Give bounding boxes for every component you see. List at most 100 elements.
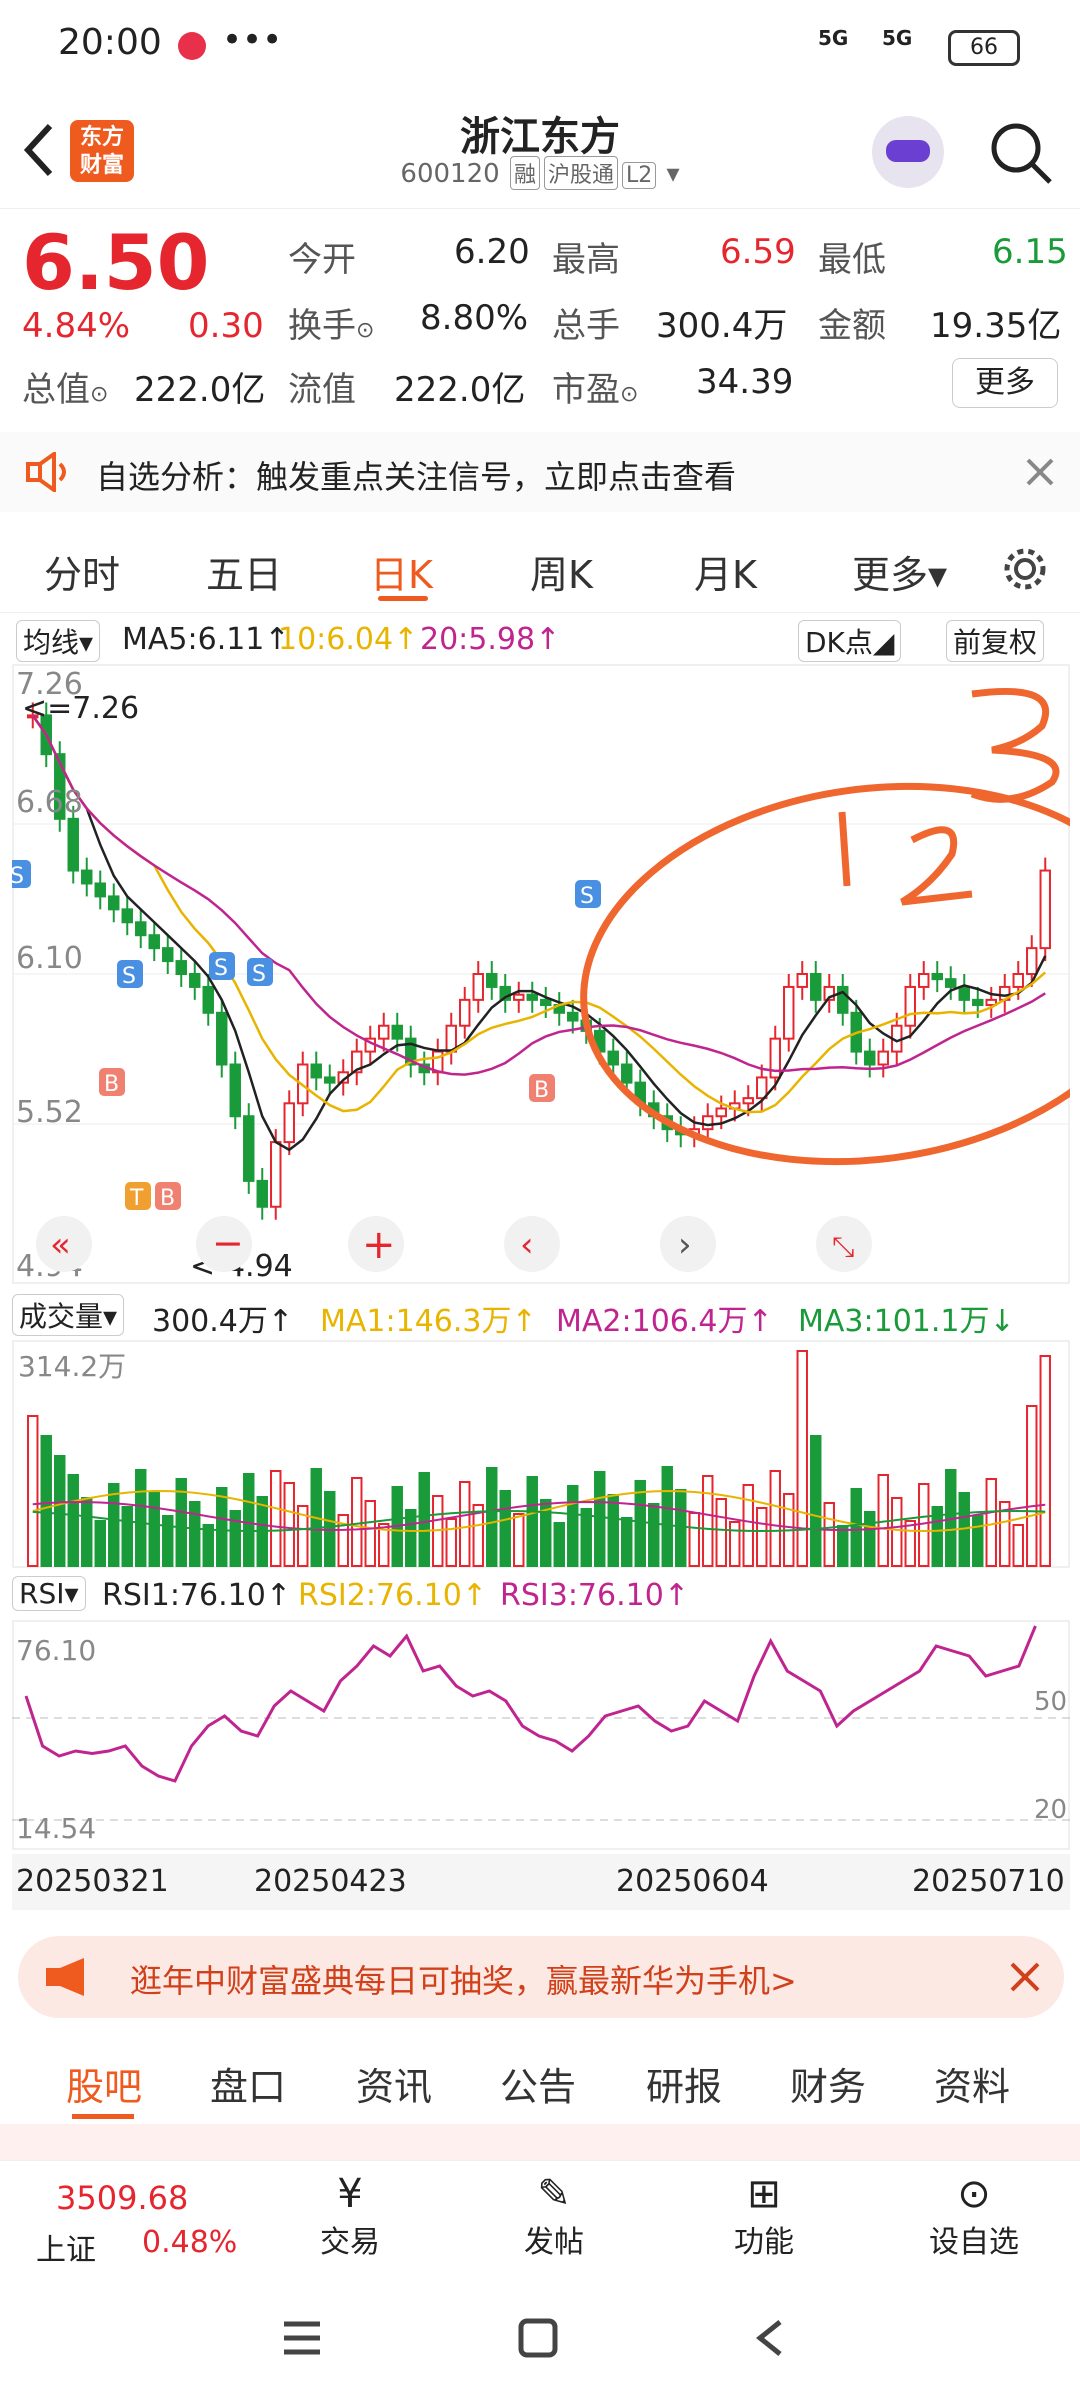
volume-bar: [67, 1474, 79, 1567]
candle-body: [526, 993, 538, 1001]
volume-bar: [499, 1490, 511, 1567]
analysis-banner[interactable]: 自选分析：触发重点关注信号，立即点击查看: [0, 432, 1080, 512]
rsi1-value: RSI1:76.10↑: [102, 1578, 291, 1613]
home-icon[interactable]: [518, 2318, 558, 2358]
menu-icon[interactable]: [282, 2320, 322, 2356]
sell-marker-text: S: [252, 962, 266, 987]
tab-monthly-k[interactable]: 月K: [694, 544, 757, 599]
rsi-selector[interactable]: RSI▾: [12, 1576, 86, 1611]
candle-body: [283, 1102, 295, 1144]
add-watchlist-button[interactable]: ⊙ 设自选: [918, 2171, 1030, 2275]
post-button[interactable]: ✎ 发帖: [504, 2171, 604, 2275]
volume-chart[interactable]: 314.2万: [12, 1340, 1070, 1568]
tab-finance[interactable]: 财务: [790, 2056, 866, 2111]
more-status-icon: •••: [222, 20, 283, 60]
volume-bar: [1012, 1524, 1024, 1567]
volume-bar: [418, 1472, 430, 1567]
volume-selector[interactable]: 成交量▾: [12, 1294, 125, 1336]
volume-bar: [27, 1415, 39, 1567]
status-bar: 20:00 ••• 5G 5G 66: [0, 0, 1080, 90]
tab-profile[interactable]: 资料: [934, 2056, 1010, 2111]
float-cap-label: 流值: [288, 370, 356, 410]
candle-body: [918, 973, 930, 988]
svg-text:«: «: [50, 1225, 71, 1265]
chevron-down-icon[interactable]: ▾: [667, 159, 680, 189]
kline-chart[interactable]: 7.26 6.68 6.10 5.52 4.94 <=7.26 <-4.94 S…: [12, 664, 1070, 1284]
tab-daily-k[interactable]: 日K: [370, 544, 433, 599]
turnover-value: 8.80%: [420, 298, 529, 338]
volume-bar: [729, 1521, 741, 1567]
volume-bar: [54, 1455, 66, 1567]
tab-pankou[interactable]: 盘口: [210, 2056, 286, 2111]
level2-tag: L2: [621, 162, 657, 189]
change-percent: 4.84%: [22, 306, 131, 346]
pe-value: 34.39: [696, 362, 794, 402]
trade-button[interactable]: ¥ 交易: [300, 2171, 400, 2275]
ma5-value: MA5:6.11↑: [122, 622, 290, 657]
bottom-action-bar: 3509.68 上证 0.48% ¥ 交易 ✎ 发帖 ⊞ 功能 ⊙ 设自选: [0, 2160, 1080, 2281]
promo-banner[interactable]: 逛年中财富盛典每日可抽奖，赢最新华为手机>: [18, 1936, 1064, 2018]
close-icon[interactable]: [1024, 456, 1056, 488]
volume-bar: [621, 1517, 633, 1567]
t-marker-text: T: [129, 1186, 144, 1211]
sell-marker-text: S: [580, 884, 594, 909]
volume-bar: [1026, 1405, 1038, 1567]
float-cap-value: 222.0亿: [394, 370, 526, 410]
index-value: 3509.68: [56, 2179, 189, 2217]
adjust-button[interactable]: 前复权: [946, 620, 1045, 662]
tab-news[interactable]: 资讯: [356, 2056, 432, 2111]
candle-body: [243, 1115, 255, 1182]
content-placeholder: [0, 2124, 1080, 2160]
nav-back-icon[interactable]: [754, 2318, 784, 2358]
tab-announcements[interactable]: 公告: [500, 2056, 576, 2111]
rsi-20-label: 20: [1034, 1795, 1067, 1825]
svg-text:‹: ‹: [520, 1225, 534, 1265]
tab-more[interactable]: 更多▾: [852, 544, 947, 599]
candle-body: [148, 934, 160, 950]
candle-body: [108, 895, 120, 911]
tab-guba[interactable]: 股吧: [66, 2056, 142, 2111]
buy-marker-text: B: [104, 1072, 119, 1097]
volume-bar: [823, 1502, 835, 1567]
index-name: 上证: [36, 2233, 96, 2268]
candle-body: [810, 973, 822, 1001]
promo-text: 逛年中财富盛典每日可抽奖，赢最新华为手机>: [130, 1962, 797, 2000]
candle-body: [175, 960, 187, 976]
robot-assistant-icon[interactable]: [872, 116, 944, 188]
tab-research[interactable]: 研报: [646, 2056, 722, 2111]
last-price: 6.50: [22, 218, 210, 307]
candle-body: [81, 869, 93, 885]
search-icon[interactable]: [986, 118, 1056, 188]
high-value: 6.59: [720, 232, 796, 272]
amount-value: 19.35亿: [930, 306, 1062, 346]
candle-body: [378, 1024, 390, 1040]
tab-5day[interactable]: 五日: [206, 544, 282, 599]
tab-weekly-k[interactable]: 周K: [530, 544, 593, 599]
open-label: 今开: [288, 240, 356, 280]
tab-intraday[interactable]: 分时: [44, 544, 120, 599]
ma-legend: 均线▾ MA5:6.11↑ 10:6.04↑ 20:5.98↑ DK点◢ 前复权: [16, 618, 1076, 662]
date-label-4: 20250710: [912, 1864, 1065, 1899]
candle-body: [1039, 869, 1051, 950]
date-label-1: 20250321: [16, 1864, 169, 1899]
close-promo-icon[interactable]: [1008, 1960, 1042, 1994]
candle-body: [864, 1050, 876, 1066]
ma-selector[interactable]: 均线▾: [16, 620, 101, 662]
volume-bar: [486, 1467, 498, 1567]
candle-body: [1026, 947, 1038, 976]
high-label: 最高: [552, 240, 620, 280]
system-nav-bar: [0, 2280, 1080, 2400]
candle-body: [270, 1141, 282, 1208]
rsi2-value: RSI2:76.10↑: [298, 1578, 487, 1613]
volume-bar: [270, 1470, 282, 1567]
candle-body: [513, 993, 525, 1001]
rsi-chart[interactable]: 76.10 14.54 50 20: [12, 1620, 1070, 1850]
function-button[interactable]: ⊞ 功能: [714, 2171, 814, 2275]
rsi-legend: RSI▾ RSI1:76.10↑ RSI2:76.10↑ RSI3:76.10↑: [12, 1576, 1072, 1616]
dk-point-button[interactable]: DK点◢: [798, 620, 902, 662]
candle-body: [621, 1063, 633, 1084]
gear-icon[interactable]: [1000, 544, 1050, 594]
pe-label: 市盈⊙: [552, 370, 639, 410]
candle-body: [783, 985, 795, 1040]
more-quote-button[interactable]: 更多: [952, 358, 1058, 408]
